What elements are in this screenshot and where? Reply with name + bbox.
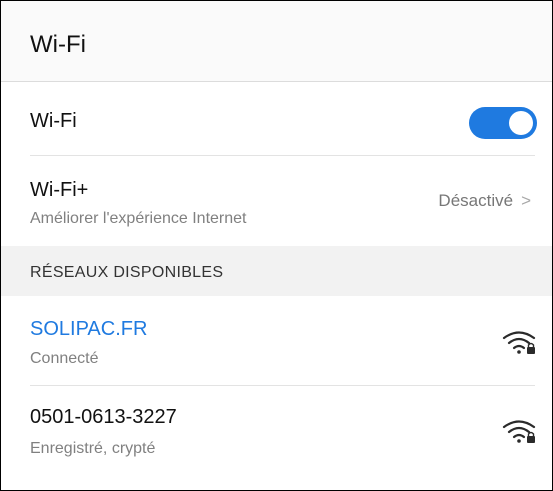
network-row-0501[interactable]: 0501-0613-3227 Enregistré, crypté xyxy=(1,386,552,476)
wifiplus-label: Wi-Fi+ xyxy=(30,179,89,201)
network-name: SOLIPAC.FR xyxy=(30,318,148,340)
wifiplus-status: Désactivé > xyxy=(438,190,531,212)
chevron-right-icon: > xyxy=(521,191,531,210)
available-networks-header: RÉSEAUX DISPONIBLES xyxy=(1,246,552,296)
wifiplus-description: Améliorer l'expérience Internet xyxy=(30,210,247,227)
network-status: Connecté xyxy=(30,350,99,367)
wifi-locked-icon xyxy=(502,331,536,354)
wifi-locked-icon xyxy=(502,420,536,443)
network-name: 0501-0613-3227 xyxy=(30,406,177,428)
wifiplus-status-value: Désactivé xyxy=(438,191,514,210)
wifi-toggle-switch[interactable] xyxy=(469,107,537,139)
wifiplus-row[interactable]: Wi-Fi+ Améliorer l'expérience Internet D… xyxy=(1,156,552,246)
wifi-toggle-row[interactable]: Wi-Fi xyxy=(1,82,552,155)
header-bar: Wi-Fi xyxy=(1,1,552,82)
wifi-label: Wi-Fi xyxy=(30,110,77,132)
toggle-knob xyxy=(509,111,533,135)
section-title: RÉSEAUX DISPONIBLES xyxy=(30,264,224,281)
page-title: Wi-Fi xyxy=(30,31,86,58)
network-status: Enregistré, crypté xyxy=(30,440,156,457)
network-row-solipac[interactable]: SOLIPAC.FR Connecté xyxy=(1,296,552,385)
wifi-settings-screen: Wi-Fi Wi-Fi Wi-Fi+ Améliorer l'expérienc… xyxy=(0,0,553,491)
